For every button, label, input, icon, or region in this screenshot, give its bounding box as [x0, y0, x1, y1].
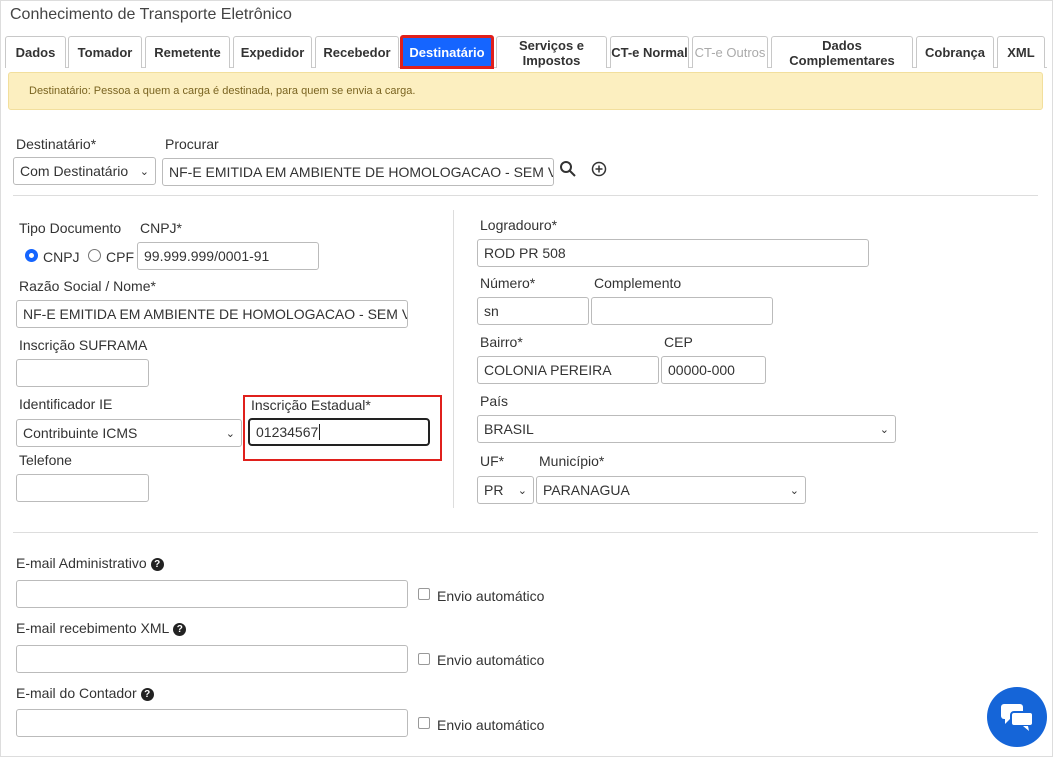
logradouro-input[interactable]: ROD PR 508: [477, 239, 869, 267]
pais-select[interactable]: BRASIL ⌄: [477, 415, 896, 443]
numero-input[interactable]: sn: [477, 297, 589, 325]
section-divider-2: [13, 532, 1038, 533]
email-xml-label-text: E-mail recebimento XML: [16, 620, 170, 636]
email-contador-input[interactable]: [16, 709, 408, 737]
envio-auto-checkbox-admin[interactable]: [418, 588, 430, 600]
email-admin-input[interactable]: [16, 580, 408, 608]
identificador-ie-value: Contribuinte ICMS: [23, 425, 138, 441]
radio-cnpj-label: CNPJ: [43, 249, 80, 265]
telefone-label: Telefone: [19, 452, 72, 468]
logradouro-label: Logradouro*: [480, 217, 558, 233]
search-icon[interactable]: [559, 160, 577, 178]
uf-value: PR: [484, 482, 504, 498]
tab-dados[interactable]: Dados: [5, 36, 66, 68]
chat-button[interactable]: [987, 687, 1047, 747]
inscricao-estadual-input[interactable]: 01234567: [248, 418, 430, 446]
uf-select[interactable]: PR ⌄: [477, 476, 534, 504]
envio-auto-label-admin: Envio automático: [437, 588, 545, 604]
municipio-label: Município*: [539, 453, 605, 469]
envio-auto-label-xml: Envio automático: [437, 652, 545, 668]
tab-tomador[interactable]: Tomador: [68, 36, 142, 68]
radio-cpf[interactable]: [88, 249, 101, 262]
chevron-down-icon: ⌄: [225, 427, 235, 440]
email-xml-input[interactable]: [16, 645, 408, 673]
identificador-ie-select[interactable]: Contribuinte ICMS ⌄: [16, 419, 242, 447]
help-icon[interactable]: ?: [173, 622, 187, 636]
tab-cte-outros: CT-e Outros: [692, 36, 768, 68]
envio-auto-label-contador: Envio automático: [437, 717, 545, 733]
bairro-input[interactable]: COLONIA PEREIRA: [477, 356, 659, 384]
cep-label: CEP: [664, 334, 693, 350]
chat-icon: [1001, 704, 1034, 731]
tab-cobranca[interactable]: Cobrança: [916, 36, 994, 68]
numero-label: Número*: [480, 275, 536, 291]
destinatario-label: Destinatário*: [16, 136, 97, 152]
tab-destinatario[interactable]: Destinatário: [400, 35, 494, 69]
tab-expedidor[interactable]: Expedidor: [233, 36, 312, 68]
complemento-input[interactable]: [591, 297, 773, 325]
cep-input[interactable]: 00000-000: [661, 356, 766, 384]
radio-cpf-label: CPF: [106, 249, 134, 265]
destinatario-select-value: Com Destinatário: [20, 163, 129, 179]
tab-servicos-impostos[interactable]: Serviços e Impostos: [496, 36, 607, 68]
tab-cte-normal[interactable]: CT-e Normal: [610, 36, 689, 68]
identificador-ie-label: Identificador IE: [19, 396, 113, 412]
chevron-down-icon: ⌄: [139, 165, 149, 178]
chevron-down-icon: ⌄: [789, 484, 799, 497]
tab-remetente[interactable]: Remetente: [145, 36, 230, 68]
section-divider: [13, 195, 1038, 196]
chevron-down-icon: ⌄: [517, 484, 527, 497]
suframa-label: Inscrição SUFRAMA: [19, 337, 148, 353]
suframa-input[interactable]: [16, 359, 149, 387]
cnpj-label: CNPJ*: [140, 220, 183, 236]
cnpj-input[interactable]: 99.999.999/0001-91: [137, 242, 319, 270]
destinatario-select[interactable]: Com Destinatário ⌄: [13, 157, 156, 185]
municipio-select[interactable]: PARANAGUA ⌄: [536, 476, 806, 504]
window-title: Conhecimento de Transporte Eletrônico: [10, 6, 292, 23]
email-admin-label: E-mail Administrativo?: [16, 555, 164, 571]
inscricao-estadual-label: Inscrição Estadual*: [251, 397, 371, 413]
email-admin-label-text: E-mail Administrativo: [16, 555, 147, 571]
tab-xml[interactable]: XML: [997, 36, 1045, 68]
email-contador-label: E-mail do Contador?: [16, 685, 154, 701]
plus-circle-icon[interactable]: [591, 161, 607, 177]
email-xml-label: E-mail recebimento XML?: [16, 620, 187, 636]
pais-label: País: [480, 393, 509, 409]
envio-auto-checkbox-contador[interactable]: [418, 717, 430, 729]
municipio-value: PARANAGUA: [543, 482, 630, 498]
bairro-label: Bairro*: [480, 334, 523, 350]
telefone-input[interactable]: [16, 474, 149, 502]
razao-social-label: Razão Social / Nome*: [19, 278, 156, 294]
tab-dados-complementares[interactable]: Dados Complementares: [771, 36, 913, 68]
procurar-input[interactable]: NF-E EMITIDA EM AMBIENTE DE HOMOLOGACAO …: [162, 158, 554, 186]
pais-value: BRASIL: [484, 421, 534, 437]
info-alert: Destinatário: Pessoa a quem a carga é de…: [8, 72, 1043, 110]
chevron-down-icon: ⌄: [879, 423, 889, 436]
complemento-label: Complemento: [594, 275, 682, 291]
column-divider: [453, 210, 454, 508]
inscricao-estadual-value: 01234567: [256, 424, 319, 440]
help-icon[interactable]: ?: [150, 557, 164, 571]
procurar-label: Procurar: [165, 136, 219, 152]
uf-label: UF*: [480, 453, 505, 469]
help-icon[interactable]: ?: [140, 687, 154, 701]
razao-social-input[interactable]: NF-E EMITIDA EM AMBIENTE DE HOMOLOGACAO …: [16, 300, 408, 328]
email-contador-label-text: E-mail do Contador: [16, 685, 137, 701]
envio-auto-checkbox-xml[interactable]: [418, 653, 430, 665]
tab-recebedor[interactable]: Recebedor: [315, 36, 399, 68]
radio-cnpj[interactable]: [25, 249, 38, 262]
tipo-documento-label: Tipo Documento: [19, 220, 122, 236]
text-cursor: [319, 424, 321, 440]
